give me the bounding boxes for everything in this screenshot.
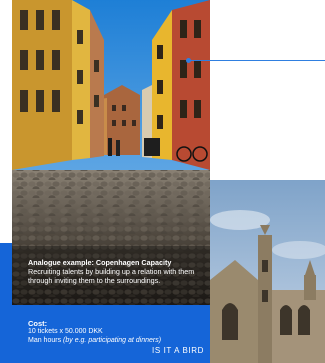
example-card: Analogue example: Copenhagen Capacity Re… [12,0,210,363]
connector-line [188,60,325,61]
cost-tickets: 10 tickets x 50.000 DKK [28,328,103,335]
accent-block [0,243,12,363]
cost-hours-label: Man hours [28,337,64,344]
brand-logo: IS IT A BIRD [152,346,204,355]
connector-dot [186,58,191,63]
cost-hours-note: (by e.g. participating at dinners) [63,337,162,344]
example-caption: Analogue example: Copenhagen Capacity Re… [28,258,200,285]
cost-label: Cost: [28,319,48,328]
cost-panel: Cost: 10 tickets x 50.000 DKK Man hours … [12,305,210,363]
caption-text: Recruiting talents by building up a rela… [28,267,195,285]
cost-hours: Man hours (by e.g. participating at dinn… [28,337,161,344]
cathedral-photo [210,180,325,363]
caption-title: Analogue example: Copenhagen Capacity [28,258,172,267]
